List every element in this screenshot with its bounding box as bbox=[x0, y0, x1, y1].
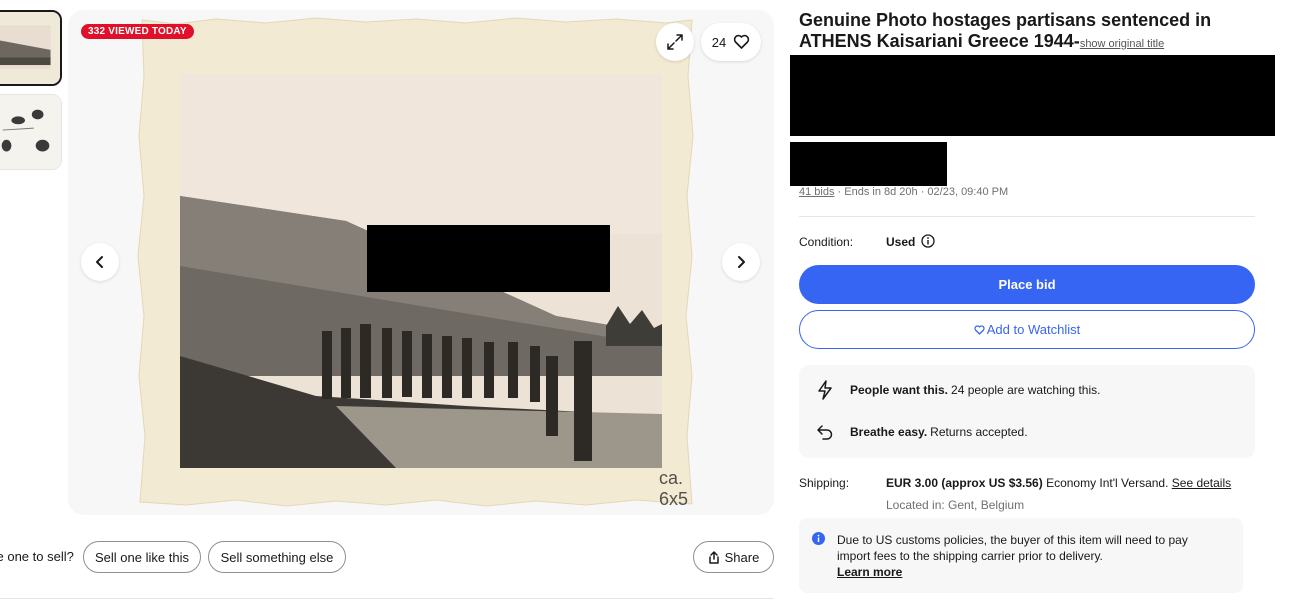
thumbnail-2[interactable] bbox=[0, 94, 62, 170]
sell-something-else-button[interactable]: Sell something else bbox=[208, 541, 346, 573]
watch-count-button[interactable]: 24 bbox=[701, 23, 761, 61]
see-details-link[interactable]: See details bbox=[1172, 476, 1231, 490]
place-bid-button[interactable]: Place bid bbox=[799, 265, 1255, 304]
customs-text: Due to US customs policies, the buyer of… bbox=[837, 533, 1188, 563]
condition-value: Used bbox=[886, 235, 916, 249]
shipping-value: EUR 3.00 (approx US $3.56) Economy Int'l… bbox=[886, 476, 1231, 490]
promo-box: People want this. 24 people are watching… bbox=[799, 365, 1255, 458]
share-button[interactable]: Share bbox=[693, 541, 774, 573]
sell-prompt: ve one to sell? bbox=[0, 549, 74, 564]
thumbnail-2-image bbox=[0, 95, 61, 169]
show-original-title-link[interactable]: show original title bbox=[1080, 38, 1164, 50]
share-label: Share bbox=[724, 549, 760, 565]
photo-redaction bbox=[367, 225, 610, 292]
bids-link[interactable]: 41 bids bbox=[799, 186, 834, 198]
heart-icon bbox=[974, 324, 985, 335]
thumbnail-1[interactable] bbox=[0, 10, 62, 86]
demand-row: People want this. 24 people are watching… bbox=[815, 380, 1100, 400]
viewed-today-badge: 332 VIEWED TODAY bbox=[81, 24, 194, 39]
demand-bold: People want this. bbox=[850, 383, 949, 397]
item-location: Located in: Gent, Belgium bbox=[886, 498, 1025, 512]
watch-count: 24 bbox=[711, 34, 727, 50]
sell-one-like-this-button[interactable]: Sell one like this bbox=[83, 541, 201, 573]
customs-notice: Due to US customs policies, the buyer of… bbox=[799, 518, 1243, 593]
chevron-right-icon bbox=[738, 256, 745, 268]
return-arrow-icon bbox=[815, 422, 835, 442]
divider bbox=[799, 216, 1255, 217]
returns-bold: Breathe easy. bbox=[850, 425, 928, 439]
redacted-block-price bbox=[790, 55, 1275, 136]
demand-text: 24 people are watching this. bbox=[951, 383, 1101, 397]
chevron-left-icon bbox=[96, 256, 103, 268]
condition-label: Condition: bbox=[799, 235, 854, 249]
shipping-price: EUR 3.00 (approx US $3.56) bbox=[886, 476, 1043, 490]
lightning-icon bbox=[815, 380, 835, 400]
image-gallery: ca. 6x5 cm 332 VIEWED TODAY 24 bbox=[68, 10, 774, 515]
auction-end-text: · Ends in 8d 20h · 02/23, 09:40 PM bbox=[834, 186, 1009, 198]
returns-row: Breathe easy. Returns accepted. bbox=[815, 422, 1028, 442]
learn-more-link[interactable]: Learn more bbox=[837, 565, 902, 579]
add-to-watchlist-label: Add to Watchlist bbox=[986, 322, 1081, 337]
bids-info: 41 bids · Ends in 8d 20h · 02/23, 09:40 … bbox=[799, 186, 1008, 198]
thumbnail-1-image bbox=[0, 12, 60, 84]
previous-image-button[interactable] bbox=[81, 243, 119, 281]
listing-title-block: Genuine Photo hostages partisans sentenc… bbox=[799, 10, 1269, 55]
redacted-block-bid bbox=[790, 142, 947, 186]
divider bbox=[0, 598, 774, 599]
shipping-method: Economy Int'l Versand. bbox=[1042, 476, 1172, 490]
info-icon[interactable] bbox=[921, 234, 935, 248]
add-to-watchlist-button[interactable]: Add to Watchlist bbox=[799, 310, 1255, 349]
info-icon bbox=[812, 532, 825, 545]
shipping-label: Shipping: bbox=[799, 476, 850, 490]
next-image-button[interactable] bbox=[722, 243, 760, 281]
expand-icon bbox=[667, 34, 683, 50]
photo-caption: ca. 6x5 cm bbox=[659, 468, 689, 515]
returns-text: Returns accepted. bbox=[930, 425, 1028, 439]
share-icon bbox=[708, 550, 719, 564]
listing-photo[interactable]: ca. 6x5 cm bbox=[136, 16, 696, 515]
heart-icon bbox=[734, 34, 750, 49]
expand-image-button[interactable] bbox=[656, 23, 694, 61]
